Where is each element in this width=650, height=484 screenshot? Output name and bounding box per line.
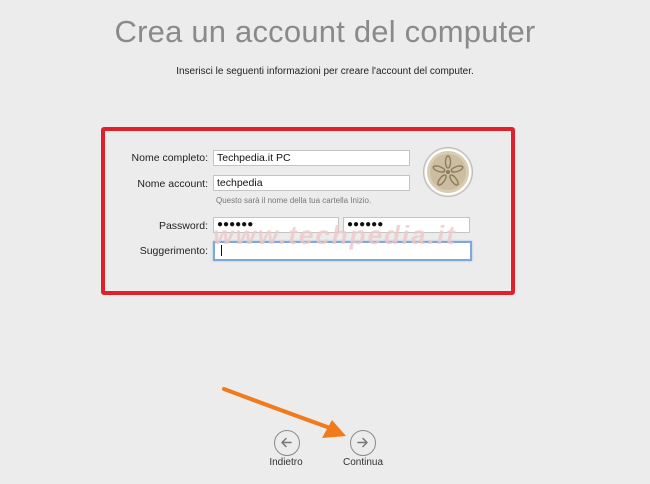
pointer-arrow-annotation [222, 387, 346, 438]
